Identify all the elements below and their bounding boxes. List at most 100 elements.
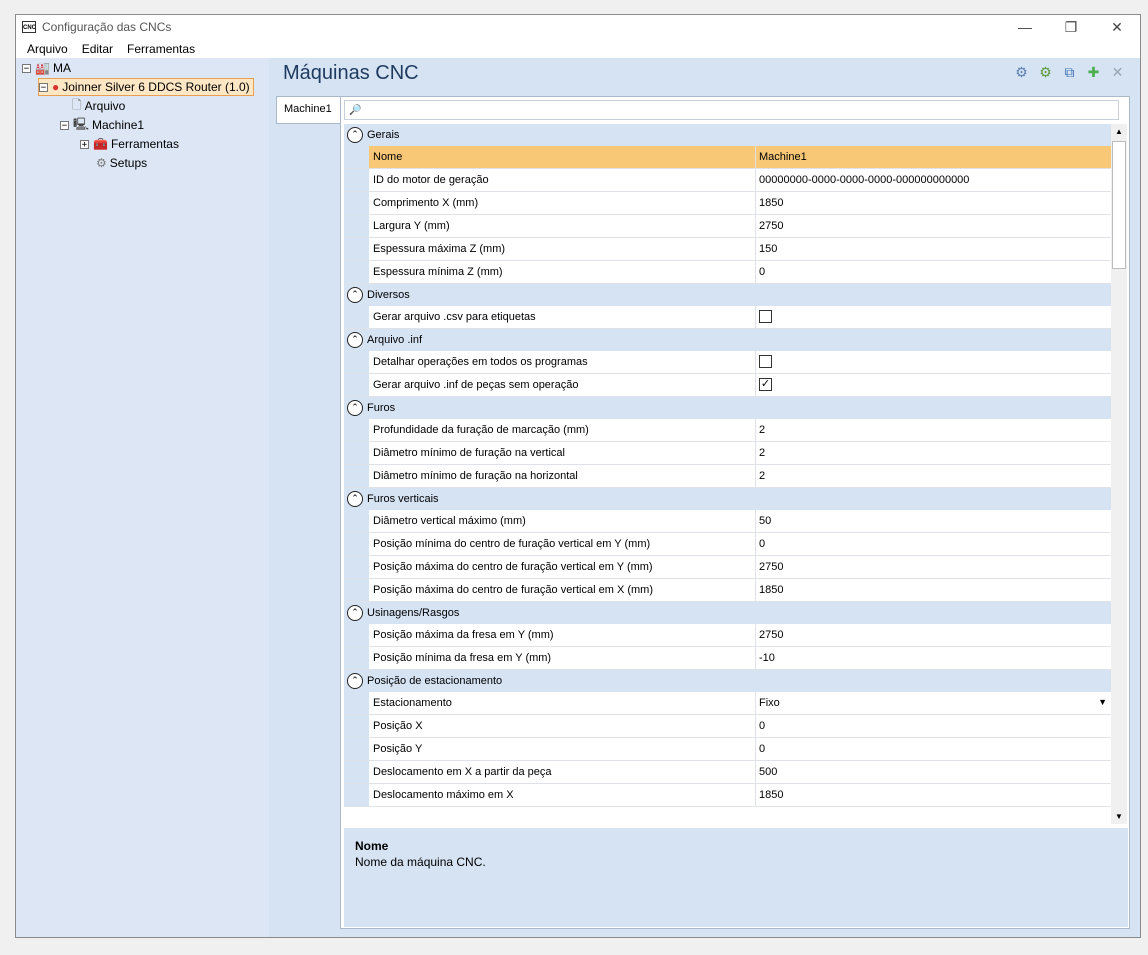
category-header[interactable]: ⌃ Posição de estacionamento: [344, 670, 1111, 692]
tree-node-arquivo[interactable]: 🗋 Arquivo: [72, 97, 125, 115]
property-value[interactable]: 2: [759, 470, 765, 482]
property-value[interactable]: 1850: [759, 584, 783, 596]
column-divider: [755, 624, 756, 646]
property-row[interactable]: Diâmetro mínimo de furação na horizontal…: [344, 465, 1111, 488]
property-row[interactable]: ID do motor de geração 00000000-0000-0000…: [344, 169, 1111, 192]
property-row[interactable]: Deslocamento máximo em X 1850: [344, 784, 1111, 807]
property-label: Posição Y: [373, 743, 423, 755]
property-row[interactable]: Espessura máxima Z (mm) 150: [344, 238, 1111, 261]
row-gutter: [344, 146, 369, 168]
menu-arquivo[interactable]: Arquivo: [20, 42, 75, 56]
property-row[interactable]: Posição máxima da fresa em Y (mm) 2750: [344, 624, 1111, 647]
property-value[interactable]: 2: [759, 424, 765, 436]
collapse-icon[interactable]: −: [60, 120, 69, 130]
collapse-icon[interactable]: −: [39, 82, 48, 92]
property-value[interactable]: 0: [759, 720, 765, 732]
close-button[interactable]: ✕: [1094, 15, 1140, 39]
category-label: Arquivo .inf: [367, 334, 423, 346]
category-header[interactable]: ⌃ Furos verticais: [344, 488, 1111, 510]
property-row[interactable]: Nome Machine1: [344, 146, 1111, 169]
tree-node-ferramentas[interactable]: + 🧰 Ferramentas: [80, 135, 179, 153]
property-value[interactable]: 0: [759, 266, 765, 278]
menu-ferramentas[interactable]: Ferramentas: [120, 42, 202, 56]
property-value[interactable]: 2750: [759, 220, 783, 232]
property-row[interactable]: Gerar arquivo .csv para etiquetas: [344, 306, 1111, 329]
expand-icon[interactable]: +: [80, 139, 89, 149]
tree-node-joinner-silver-6-ddcs-router-1-0[interactable]: − ● Joinner Silver 6 DDCS Router (1.0): [38, 78, 254, 96]
property-checkbox[interactable]: [759, 310, 772, 323]
category-header[interactable]: ⌃ Furos: [344, 397, 1111, 419]
tree-node-setups[interactable]: ⚙ Setups: [96, 154, 147, 172]
property-row[interactable]: Diâmetro vertical máximo (mm) 50: [344, 510, 1111, 533]
category-header[interactable]: ⌃ Gerais: [344, 124, 1111, 146]
property-checkbox[interactable]: ✓: [759, 378, 772, 391]
property-value[interactable]: 2750: [759, 629, 783, 641]
property-row[interactable]: Estacionamento Fixo ▼: [344, 692, 1111, 715]
property-row[interactable]: Posição mínima da fresa em Y (mm) -10: [344, 647, 1111, 670]
dropdown-arrow-icon[interactable]: ▼: [1098, 697, 1107, 707]
grid-scrollbar[interactable]: ▲ ▼: [1111, 124, 1127, 824]
tree-node-label: Setups: [109, 156, 148, 170]
collapse-chevron-icon[interactable]: ⌃: [347, 605, 363, 621]
search-input[interactable]: 🔎: [344, 100, 1119, 120]
property-row[interactable]: Posição X 0: [344, 715, 1111, 738]
property-value[interactable]: 1850: [759, 789, 783, 801]
property-value[interactable]: 150: [759, 243, 777, 255]
tab-machine1[interactable]: Machine1: [276, 96, 340, 124]
property-value[interactable]: 500: [759, 766, 777, 778]
menu-bar: Arquivo Editar Ferramentas: [16, 39, 1140, 58]
settings-gear-icon[interactable]: ⚙: [1013, 64, 1030, 81]
property-row[interactable]: Detalhar operações em todos os programas: [344, 351, 1111, 374]
property-label: Gerar arquivo .inf de peças sem operação: [373, 379, 579, 391]
property-row[interactable]: Gerar arquivo .inf de peças sem operação…: [344, 374, 1111, 397]
scroll-up-arrow-icon[interactable]: ▲: [1111, 127, 1127, 136]
category-label: Posição de estacionamento: [367, 675, 503, 687]
tree-node-ma[interactable]: − 🏭 MA: [22, 59, 71, 77]
menu-editar[interactable]: Editar: [75, 42, 120, 56]
property-row[interactable]: Posição máxima do centro de furação vert…: [344, 556, 1111, 579]
property-value[interactable]: 0: [759, 743, 765, 755]
collapse-chevron-icon[interactable]: ⌃: [347, 673, 363, 689]
property-row[interactable]: Largura Y (mm) 2750: [344, 215, 1111, 238]
property-row[interactable]: Profundidade da furação de marcação (mm)…: [344, 419, 1111, 442]
property-value[interactable]: -10: [759, 652, 775, 664]
property-row[interactable]: Posição máxima do centro de furação vert…: [344, 579, 1111, 602]
collapse-chevron-icon[interactable]: ⌃: [347, 400, 363, 416]
category-header[interactable]: ⌃ Usinagens/Rasgos: [344, 602, 1111, 624]
tree-node-label: MA: [52, 61, 71, 75]
copy-icon[interactable]: ⧉: [1061, 64, 1078, 81]
collapse-chevron-icon[interactable]: ⌃: [347, 332, 363, 348]
maximize-button[interactable]: ❐: [1048, 15, 1094, 39]
property-checkbox[interactable]: [759, 355, 772, 368]
property-row[interactable]: Deslocamento em X a partir da peça 500: [344, 761, 1111, 784]
property-row[interactable]: Comprimento X (mm) 1850: [344, 192, 1111, 215]
title-bar[interactable]: CNC Configuração das CNCs — ❐ ✕: [16, 15, 1140, 39]
property-value[interactable]: 1850: [759, 197, 783, 209]
scroll-down-arrow-icon[interactable]: ▼: [1111, 812, 1127, 821]
tree-node-machine1[interactable]: − 🖳 Machine1: [60, 116, 144, 134]
minimize-button[interactable]: —: [1002, 15, 1048, 39]
property-value[interactable]: 50: [759, 515, 771, 527]
property-row[interactable]: Posição Y 0: [344, 738, 1111, 761]
property-dropdown-value[interactable]: Fixo: [759, 697, 780, 709]
property-value[interactable]: 2: [759, 447, 765, 459]
property-value[interactable]: Machine1: [759, 151, 807, 163]
collapse-icon[interactable]: −: [22, 63, 31, 73]
property-value[interactable]: 0: [759, 538, 765, 550]
property-row[interactable]: Espessura mínima Z (mm) 0: [344, 261, 1111, 284]
delete-icon[interactable]: ✕: [1109, 64, 1126, 81]
window-title: Configuração das CNCs: [42, 20, 172, 34]
property-row[interactable]: Posição mínima do centro de furação vert…: [344, 533, 1111, 556]
category-header[interactable]: ⌃ Diversos: [344, 284, 1111, 306]
property-value[interactable]: 2750: [759, 561, 783, 573]
collapse-chevron-icon[interactable]: ⌃: [347, 127, 363, 143]
app-window: CNC Configuração das CNCs — ❐ ✕ Arquivo …: [15, 14, 1141, 938]
category-header[interactable]: ⌃ Arquivo .inf: [344, 329, 1111, 351]
add-icon[interactable]: ✚: [1085, 64, 1102, 81]
green-gear-icon[interactable]: ⚙: [1037, 64, 1054, 81]
scroll-thumb[interactable]: [1112, 141, 1126, 269]
property-row[interactable]: Diâmetro mínimo de furação na vertical 2: [344, 442, 1111, 465]
collapse-chevron-icon[interactable]: ⌃: [347, 491, 363, 507]
property-value[interactable]: 00000000-0000-0000-0000-000000000000: [759, 174, 969, 186]
collapse-chevron-icon[interactable]: ⌃: [347, 287, 363, 303]
